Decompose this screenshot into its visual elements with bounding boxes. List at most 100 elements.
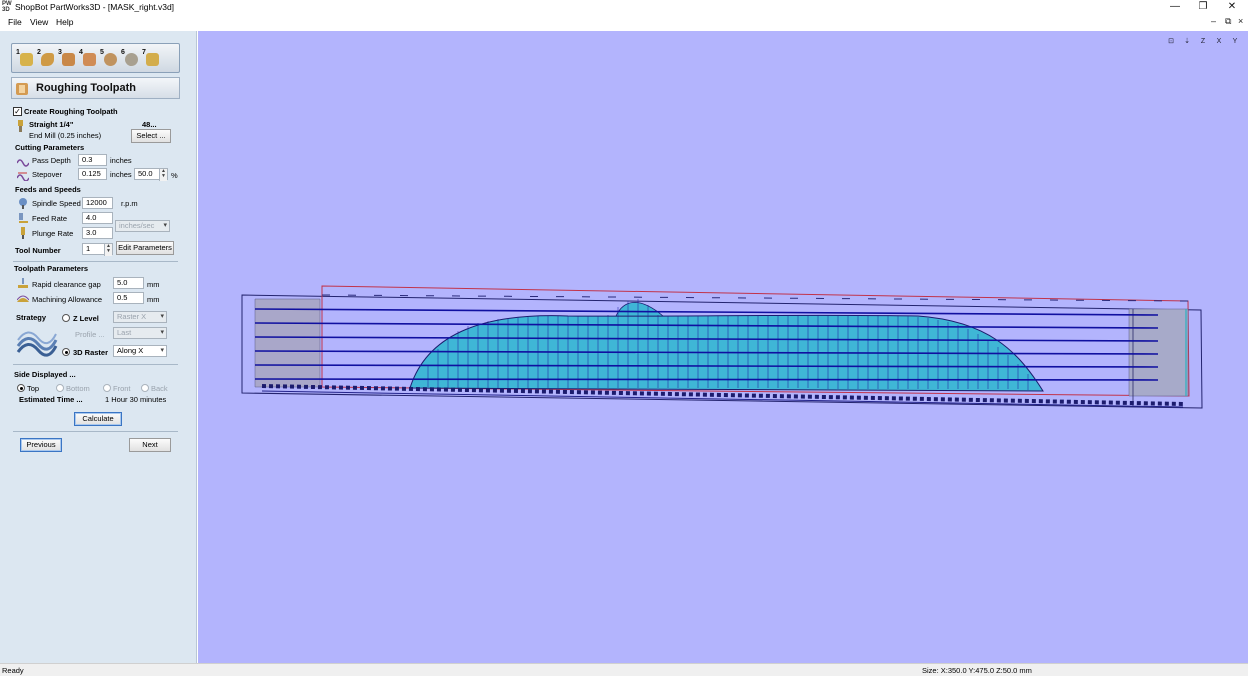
plunge-rate-input[interactable]: 3.0 [82,227,113,239]
stepover-unit: inches [110,170,132,179]
rapid-unit: mm [147,280,160,289]
tool-number-input[interactable]: 1 ▲ ▼ [82,243,113,256]
3d-viewport[interactable]: ⊡ ⇣ Z X Y [198,31,1248,663]
tool-number-text: 48... [142,120,157,129]
pass-depth-icon [17,159,29,167]
wizard-steps-bar: 1 2 3 4 5 6 7 [11,43,180,73]
menu-view[interactable]: View [30,17,48,27]
edit-parameters-button[interactable]: Edit Parameters [116,241,174,255]
3d-raster-radio[interactable] [62,348,70,356]
previous-button[interactable]: Previous [20,438,62,452]
separator [13,261,178,262]
side-front-label: Front [113,384,131,393]
step-5-cutout-icon[interactable]: 5 [100,49,120,69]
estimated-time-label: Estimated Time ... [19,395,83,404]
separator [13,431,178,432]
pass-depth-input[interactable]: 0.3 [78,154,107,166]
spindle-speed-label: Spindle Speed [32,199,81,208]
step-4-finishing-icon[interactable]: 4 [79,49,99,69]
tool-description: End Mill (0.25 inches) [29,131,102,140]
allowance-unit: mm [147,295,160,304]
step-7-save-toolpath-icon[interactable]: 7 [142,49,162,69]
side-top-label: Top [27,384,40,393]
side-bottom-label: Bottom [66,384,90,393]
window-title: ShopBot PartWorks3D - [MASK_right.v3d] [15,2,175,12]
stepover-label: Stepover [32,170,63,179]
calculate-button[interactable]: Calculate [74,412,122,426]
feed-rate-icon [19,213,28,223]
stepover-icon [17,172,29,181]
strategy-label: Strategy [16,313,47,322]
menu-file[interactable]: File [8,17,22,27]
tool-name: Straight 1/4" [29,120,74,129]
model-size-readout: Size: X:350.0 Y:475.0 Z:50.0 mm [922,666,1032,675]
z-level-radio[interactable] [62,314,70,322]
machining-allowance-label: Machining Allowance [32,295,103,304]
step-6-preview-icon[interactable]: 6 [121,49,141,69]
menu-help[interactable]: Help [56,17,73,27]
select-tool-button[interactable]: Select ... [131,129,171,143]
step-3-roughing-icon[interactable]: 3 [58,49,78,69]
minimize-button[interactable]: — [1161,0,1189,14]
roughing-step-icon [16,83,28,95]
title-bar: PW 3D ShopBot PartWorks3D - [MASK_right.… [0,0,1248,15]
mdi-restore-button[interactable]: ⧉ [1225,16,1231,27]
spindle-unit: r.p.m [121,199,138,208]
side-bottom-radio[interactable] [56,384,64,392]
step-2-position-icon[interactable]: 2 [37,49,57,69]
feed-rate-input[interactable]: 4.0 [82,212,113,224]
menu-bar: File View Help – ⧉ × [0,15,1248,30]
mdi-minimize-button[interactable]: – [1211,16,1216,26]
3d-raster-combo[interactable]: Along X ▾ [113,345,167,357]
toolpath-panel: 1 2 3 4 5 6 7 Roughing Toolpath ✓ Create… [0,31,197,663]
end-mill-icon [18,120,23,132]
estimated-time-value: 1 Hour 30 minutes [105,395,167,404]
create-roughing-checkbox[interactable]: ✓ [13,107,22,116]
side-back-radio[interactable] [141,384,149,392]
cutting-parameters-header: Cutting Parameters [15,143,85,152]
profile-combo: Last ▾ [113,327,167,339]
feeds-speeds-header: Feeds and Speeds [15,185,81,194]
app-logo-icon: PW 3D [2,1,12,13]
machining-allowance-icon [17,295,29,302]
side-back-label: Back [151,384,168,393]
z-level-combo: Raster X ▾ [113,311,167,323]
side-front-radio[interactable] [103,384,111,392]
raster-strategy-icon [16,331,58,357]
pass-depth-unit: inches [110,156,132,165]
side-displayed-header: Side Displayed ... [14,370,76,379]
toolpath-preview [241,285,1203,409]
restore-button[interactable]: ❐ [1189,0,1217,14]
side-top-radio[interactable] [17,384,25,392]
mdi-close-button[interactable]: × [1238,16,1243,26]
profile-label: Profile ... [75,330,105,339]
3d-raster-label: 3D Raster [73,348,109,357]
percent-sign: % [171,171,178,180]
next-button[interactable]: Next [129,438,171,452]
status-bar: Ready Size: X:350.0 Y:475.0 Z:50.0 mm [0,663,1248,676]
rapid-clearance-label: Rapid clearance gap [32,280,101,289]
close-button[interactable]: ✕ [1218,0,1246,14]
status-text: Ready [2,666,24,675]
z-level-label: Z Level [73,314,99,323]
stepover-percent-input[interactable]: 50.0 ▲ ▼ [134,168,168,181]
section-title: Roughing Toolpath [36,82,136,94]
separator [13,364,178,365]
stepover-spinner[interactable]: ▲ ▼ [159,169,167,181]
stepover-input[interactable]: 0.125 [78,168,107,180]
machining-allowance-input[interactable]: 0.5 [113,292,144,304]
plunge-rate-label: Plunge Rate [32,229,74,238]
rapid-clearance-input[interactable]: 5.0 [113,277,144,289]
plunge-rate-icon [21,227,25,239]
rate-units-combo: inches/sec ▾ [115,220,170,232]
tool-number-spinner[interactable]: ▲ ▼ [104,244,112,256]
feed-rate-label: Feed Rate [32,214,68,223]
roughing-toolpath-header: Roughing Toolpath [11,77,180,99]
step-1-model-icon[interactable]: 1 [16,49,36,69]
spindle-speed-input[interactable]: 12000 [82,197,113,209]
toolpath-parameters-header: Toolpath Parameters [14,264,89,273]
tool-number-label: Tool Number [15,246,61,255]
create-roughing-label: Create Roughing Toolpath [24,107,118,116]
rapid-clearance-icon [18,278,28,288]
spindle-icon [19,198,27,209]
